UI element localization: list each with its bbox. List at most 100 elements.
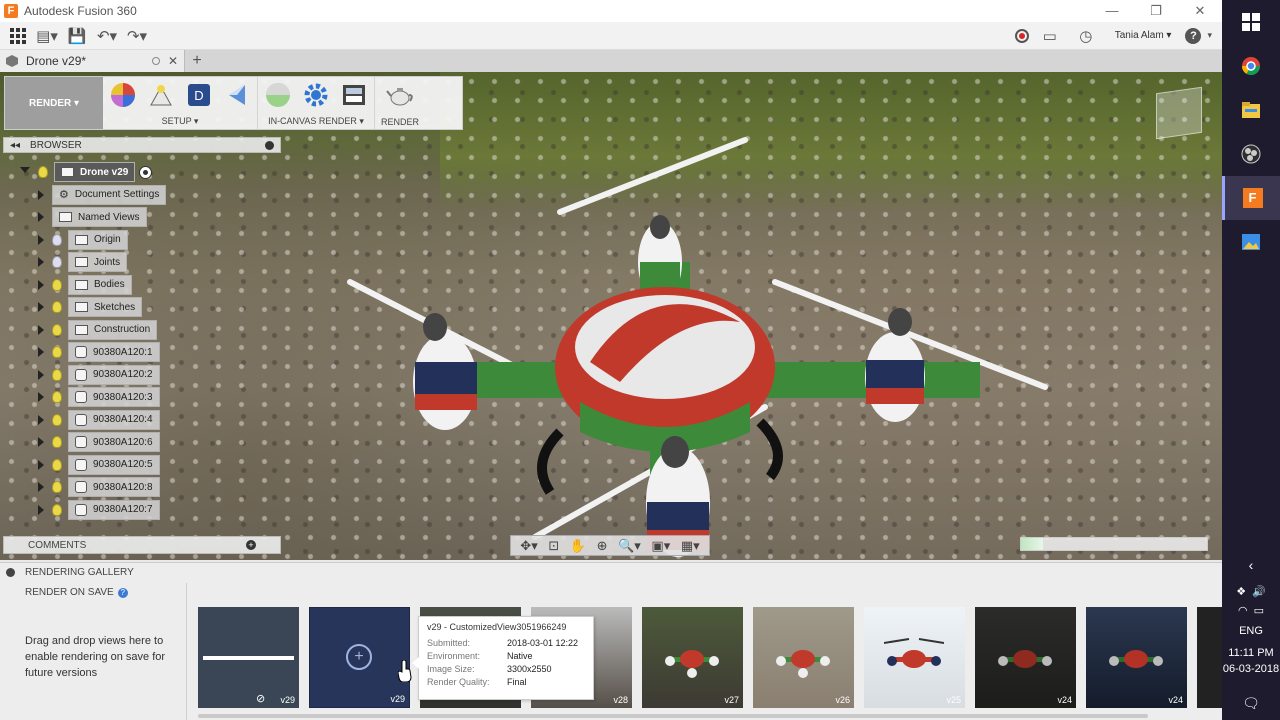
taskbar-clock[interactable]: 11:11 PM 06-03-2018 <box>1222 645 1280 677</box>
gallery-thumbnail[interactable]: v24 <box>975 607 1076 708</box>
collapse-gallery-icon[interactable] <box>6 568 15 577</box>
tree-item-component[interactable]: 90380A120:3 <box>20 386 220 409</box>
tree-node[interactable]: ⚙ Document Settings <box>52 184 167 205</box>
expand-arrow-icon[interactable] <box>38 302 44 313</box>
browser-panel-header[interactable]: ◂◂ BROWSER <box>3 137 281 153</box>
tree-node[interactable]: Joints <box>68 252 128 273</box>
new-tab-plus-icon[interactable]: + <box>185 52 209 70</box>
expand-arrow-icon[interactable] <box>38 347 44 358</box>
help-icon[interactable]: ? <box>1185 27 1202 44</box>
tree-node[interactable]: 90380A120:3 <box>68 387 160 408</box>
activate-component-radio[interactable] <box>139 165 153 179</box>
action-center-icon[interactable]: 🗨 <box>1222 695 1280 712</box>
expand-arrow-icon[interactable] <box>38 257 44 268</box>
tree-node[interactable]: Named Views <box>52 207 147 228</box>
photos-taskbar-icon[interactable] <box>1222 220 1280 264</box>
data-panel-grid-icon[interactable] <box>10 27 26 44</box>
visibility-bulb-icon[interactable] <box>52 323 62 336</box>
gallery-thumbnail[interactable]: v26 <box>753 607 854 708</box>
tree-node[interactable]: Sketches <box>68 297 143 318</box>
gallery-thumbnail[interactable]: ⊘ v29 <box>198 607 299 708</box>
expand-arrow-icon[interactable] <box>38 189 44 200</box>
tree-node[interactable]: 90380A120:7 <box>68 499 160 520</box>
expand-arrow-icon[interactable] <box>38 414 44 425</box>
collapse-arrow-icon[interactable] <box>20 166 30 178</box>
gallery-scrollbar[interactable] <box>198 714 1148 718</box>
setup-group-label[interactable]: SETUP ▾ <box>162 116 199 127</box>
dropbox-icon[interactable]: ❖ <box>1236 585 1246 598</box>
gallery-thumbnail[interactable]: v27 <box>642 607 743 708</box>
tree-item-component[interactable]: 90380A120:4 <box>20 409 220 432</box>
in-canvas-render-label[interactable]: IN-CANVAS RENDER ▾ <box>268 116 364 127</box>
expand-arrow-icon[interactable] <box>38 324 44 335</box>
visibility-bulb-icon[interactable] <box>38 166 48 179</box>
visibility-bulb-icon[interactable] <box>52 391 62 404</box>
fusion-taskbar-icon[interactable]: F <box>1222 176 1280 220</box>
expand-arrow-icon[interactable] <box>38 459 44 470</box>
notifications-icon[interactable]: ▭ <box>1035 22 1065 50</box>
visibility-bulb-icon[interactable] <box>52 481 62 494</box>
tree-node[interactable]: 90380A120:4 <box>68 409 160 430</box>
tree-item-document-settings[interactable]: ⚙ Document Settings <box>20 184 220 207</box>
gallery-thumbnail[interactable]: v24 <box>1086 607 1187 708</box>
battery-icon[interactable]: ▭ <box>1254 604 1264 617</box>
tree-item-component[interactable]: 90380A120:7 <box>20 499 220 522</box>
expand-arrow-icon[interactable] <box>38 504 44 515</box>
tree-node[interactable]: 90380A120:1 <box>68 342 160 363</box>
visibility-bulb-off-icon[interactable] <box>52 256 62 269</box>
visibility-bulb-icon[interactable] <box>52 368 62 381</box>
look-at-icon[interactable]: ⊡ <box>548 538 559 554</box>
gallery-header[interactable]: RENDERING GALLERY <box>0 563 1222 582</box>
job-status-clock-icon[interactable]: ◷ <box>1071 22 1101 50</box>
input-language[interactable]: ENG <box>1222 625 1280 637</box>
tree-node[interactable]: 90380A120:2 <box>68 364 160 385</box>
collapse-browser-icon[interactable]: ◂◂ <box>10 140 20 151</box>
expand-arrow-icon[interactable] <box>38 437 44 448</box>
pan-hand-icon[interactable]: ✋ <box>570 538 586 554</box>
expand-arrow-icon[interactable] <box>38 279 44 290</box>
tree-item-named-views[interactable]: Named Views <box>20 206 220 229</box>
add-comment-icon[interactable]: + <box>246 540 256 550</box>
tree-node[interactable]: Construction <box>68 319 158 340</box>
tree-node[interactable]: Bodies <box>68 274 132 295</box>
comments-panel[interactable]: COMMENTS + <box>3 536 281 554</box>
file-explorer-taskbar-icon[interactable] <box>1222 88 1280 132</box>
tree-node[interactable]: Origin <box>68 229 128 250</box>
minimize-button[interactable]: — <box>1090 3 1134 19</box>
tree-item-bodies[interactable]: Bodies <box>20 274 220 297</box>
close-button[interactable]: ✕ <box>1178 3 1222 19</box>
user-account-menu[interactable]: Tania Alam ▾ <box>1115 30 1172 41</box>
save-icon[interactable]: 💾 <box>62 22 92 50</box>
tree-item-component[interactable]: 90380A120:5 <box>20 454 220 477</box>
visibility-bulb-icon[interactable] <box>52 301 62 314</box>
render-teapot-icon[interactable] <box>386 81 414 109</box>
document-tab[interactable]: Drone v29* ✕ <box>0 50 185 72</box>
render-group-label[interactable]: RENDER <box>381 117 419 127</box>
visibility-bulb-icon[interactable] <box>52 346 62 359</box>
wifi-icon[interactable]: ◠ <box>1238 604 1248 617</box>
capture-image-icon[interactable] <box>340 81 368 109</box>
orbit-icon[interactable]: ✥▾ <box>520 538 537 554</box>
in-canvas-render-icon[interactable] <box>264 81 292 109</box>
expand-arrow-icon[interactable] <box>38 392 44 403</box>
visibility-bulb-icon[interactable] <box>52 503 62 516</box>
grid-settings-icon[interactable]: ▦▾ <box>681 538 700 554</box>
help-question-icon[interactable]: ? <box>117 587 128 598</box>
tree-item-origin[interactable]: Origin <box>20 229 220 252</box>
record-icon[interactable] <box>1014 28 1029 43</box>
restore-button[interactable]: ❐ <box>1134 3 1178 19</box>
root-component-node[interactable]: Drone v29 <box>54 162 136 183</box>
chrome-taskbar-icon[interactable] <box>1222 44 1280 88</box>
visibility-bulb-icon[interactable] <box>52 458 62 471</box>
expand-arrow-icon[interactable] <box>38 482 44 493</box>
tree-node[interactable]: 90380A120:6 <box>68 432 160 453</box>
tree-item-component[interactable]: 90380A120:6 <box>20 431 220 454</box>
render-settings-gear-icon[interactable] <box>302 81 330 109</box>
visibility-bulb-off-icon[interactable] <box>52 233 62 246</box>
start-button[interactable] <box>1222 0 1280 44</box>
display-settings-icon[interactable]: ▣▾ <box>651 538 670 554</box>
browser-minimize-icon[interactable] <box>265 140 274 150</box>
undo-icon[interactable]: ↶▾ <box>92 22 122 50</box>
expand-arrow-icon[interactable] <box>38 369 44 380</box>
zoom-icon[interactable]: 🔍▾ <box>618 538 641 554</box>
